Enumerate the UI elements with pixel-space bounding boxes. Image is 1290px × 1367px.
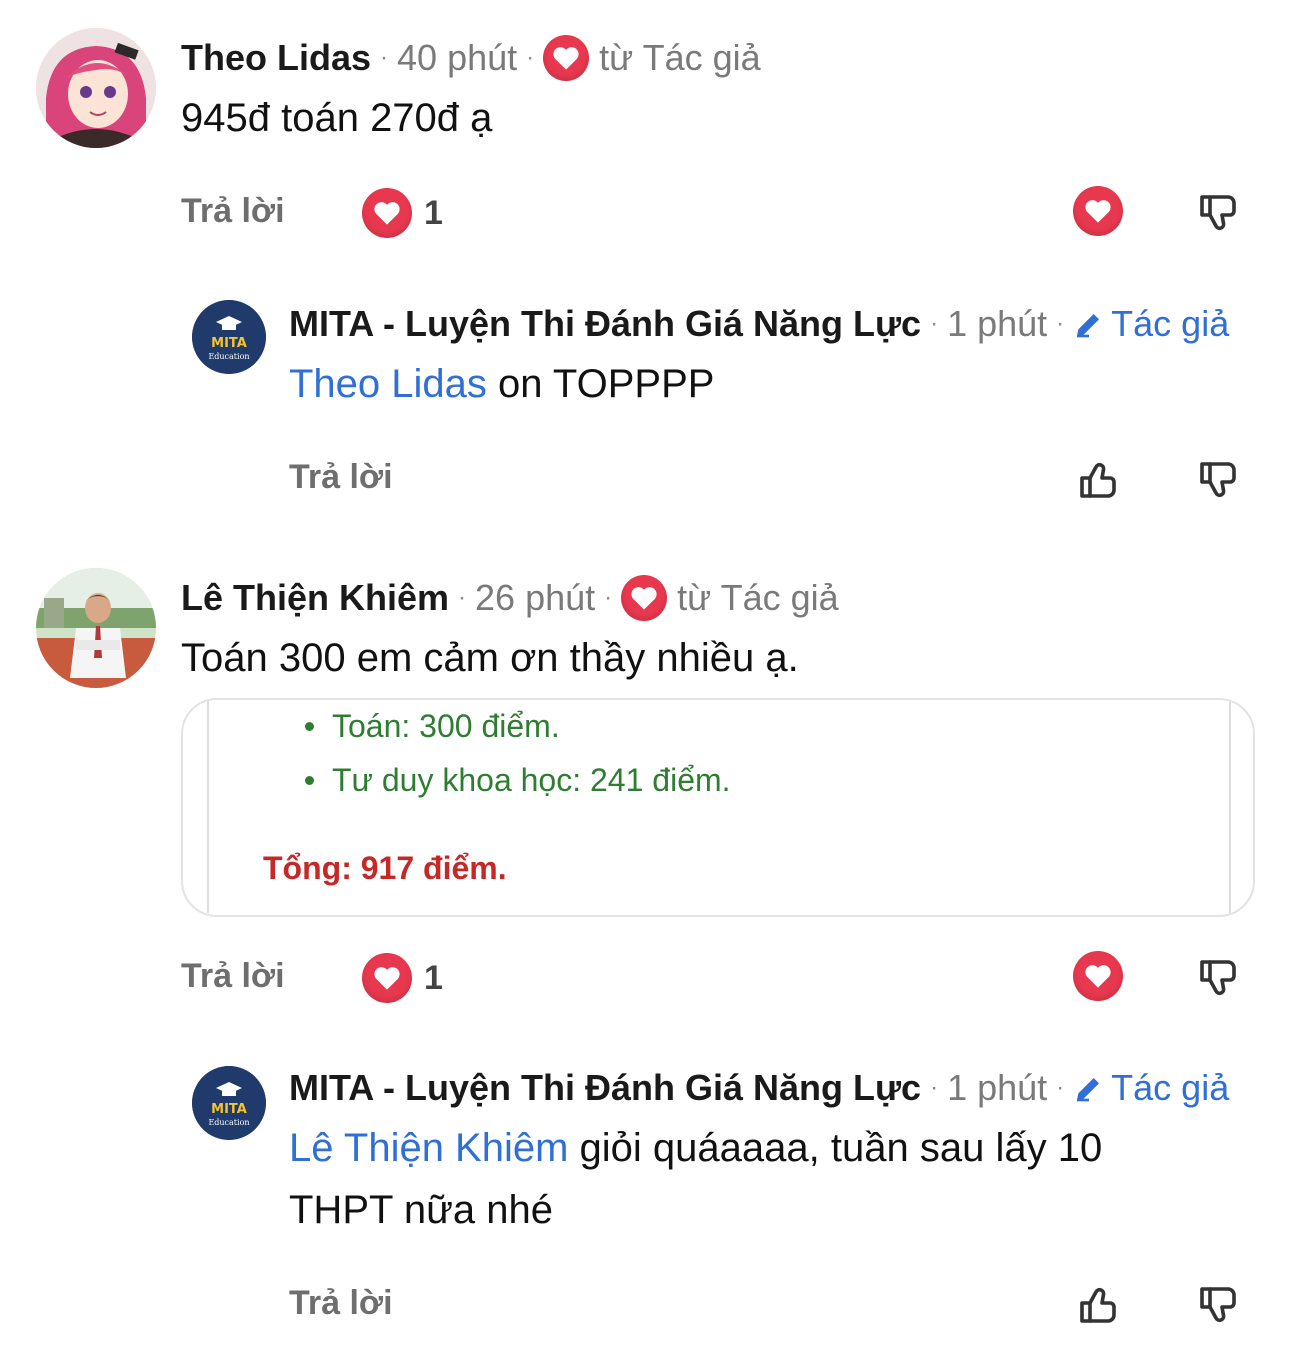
comment-text-line-1: Lê Thiện Khiêm giỏi quáaaaa, tuần sau lấ… [289, 1118, 1102, 1178]
comment-meta: Lê Thiện Khiêm · 26 phút · từ Tác giả [181, 574, 839, 622]
separator-dot: · [930, 1074, 939, 1101]
timestamp: 40 phút [397, 37, 518, 78]
thumbs-down-icon [1200, 1287, 1236, 1323]
attachment-content: Toán: 300 điểm. Tư duy khoa học: 241 điể… [207, 700, 1231, 913]
separator-dot: · [930, 310, 939, 337]
mention-link[interactable]: Lê Thiện Khiêm [289, 1126, 568, 1170]
svg-text:Education: Education [208, 352, 249, 361]
dislike-button[interactable] [1190, 185, 1246, 241]
comment-text-line-2: THPT nữa nhé [289, 1188, 553, 1232]
reaction-count: 1 [424, 193, 443, 232]
comment-body: on TOPPPP [486, 362, 715, 406]
like-button[interactable] [1070, 452, 1126, 508]
author-name[interactable]: MITA - Luyện Thi Đánh Giá Năng Lực [289, 303, 921, 345]
svg-text:MITA: MITA [211, 1102, 247, 1117]
separator-dot: · [604, 584, 613, 611]
thumbs-up-icon [1080, 462, 1116, 498]
reply-button[interactable]: Trả lời [181, 957, 285, 996]
heart-icon [1073, 186, 1123, 236]
heart-react-button[interactable] [1072, 950, 1124, 1002]
pencil-icon [1077, 314, 1100, 338]
reaction-summary[interactable]: 1 [362, 188, 443, 238]
separator-dot: · [1056, 1074, 1065, 1101]
comment-meta: MITA - Luyện Thi Đánh Giá Năng Lực · 1 p… [289, 300, 1229, 348]
reply-button[interactable]: Trả lời [289, 458, 393, 497]
separator-dot: · [1056, 310, 1065, 337]
dislike-button[interactable] [1190, 452, 1246, 508]
svg-text:MITA: MITA [211, 336, 247, 351]
svg-text:Education: Education [208, 1118, 249, 1127]
score-line-text: Toán: 300 điểm. [332, 708, 560, 744]
thumbs-down-icon [1200, 195, 1236, 231]
comment-text: Theo Lidas on TOPPPP [289, 354, 714, 414]
attached-image[interactable]: Toán: 300 điểm. Tư duy khoa học: 241 điể… [181, 698, 1255, 917]
thumbs-down-icon [1200, 462, 1236, 498]
author-badge: Tác giả [1073, 1067, 1229, 1109]
user-avatar[interactable] [36, 28, 156, 148]
author-badge-label: Tác giả [1111, 1067, 1230, 1108]
score-line-text: Tư duy khoa học: 241 điểm. [332, 762, 731, 798]
like-button[interactable] [1070, 1277, 1126, 1333]
comment-meta: MITA - Luyện Thi Đánh Giá Năng Lực · 1 p… [289, 1064, 1229, 1112]
thumbs-down-icon [1200, 960, 1236, 996]
comment-text: Toán 300 em cảm ơn thầy nhiều ạ. [181, 636, 799, 680]
heart-react-button[interactable] [1072, 185, 1124, 237]
separator-dot: · [526, 44, 535, 71]
score-total: Tổng: 917 điểm. [263, 850, 507, 886]
reply-button[interactable]: Trả lời [181, 192, 285, 231]
timestamp: 26 phút [475, 577, 596, 618]
heart-icon [362, 188, 412, 238]
separator-dot: · [458, 584, 467, 611]
bullet-dot [305, 722, 314, 731]
thumbs-up-icon [1080, 1287, 1116, 1323]
user-avatar[interactable] [36, 568, 156, 688]
comment-body: giỏi quáaaaa, tuần sau lấy 10 [568, 1126, 1103, 1170]
reply-button[interactable]: Trả lời [289, 1284, 393, 1323]
liked-by-author-label: từ Tác giả [599, 37, 761, 78]
heart-icon [543, 35, 590, 81]
reaction-count: 1 [424, 958, 443, 997]
author-name[interactable]: Lê Thiện Khiêm [181, 577, 449, 619]
pencil-icon [1077, 1078, 1100, 1102]
author-name[interactable]: Theo Lidas [181, 37, 371, 79]
timestamp: 1 phút [947, 303, 1048, 344]
separator-dot: · [380, 44, 389, 71]
page-avatar[interactable]: MITA Education [192, 300, 266, 374]
comment-text: 945đ toán 270đ ạ [181, 96, 493, 140]
dislike-button[interactable] [1190, 950, 1246, 1006]
reaction-summary[interactable]: 1 [362, 953, 443, 1003]
heart-icon [362, 953, 412, 1003]
comment-meta: Theo Lidas · 40 phút · từ Tác giả [181, 34, 761, 82]
author-badge: Tác giả [1073, 303, 1229, 345]
bullet-dot [305, 776, 314, 785]
author-badge-label: Tác giả [1111, 303, 1230, 344]
mention-link[interactable]: Theo Lidas [289, 362, 487, 406]
heart-icon [621, 575, 668, 621]
page-avatar[interactable]: MITA Education [192, 1066, 266, 1140]
dislike-button[interactable] [1190, 1277, 1246, 1333]
timestamp: 1 phút [947, 1067, 1048, 1108]
score-line: Toán: 300 điểm. [305, 708, 560, 745]
score-line: Tư duy khoa học: 241 điểm. [305, 762, 731, 799]
liked-by-author-label: từ Tác giả [677, 577, 839, 618]
author-name[interactable]: MITA - Luyện Thi Đánh Giá Năng Lực [289, 1067, 921, 1109]
heart-icon [1073, 951, 1123, 1001]
